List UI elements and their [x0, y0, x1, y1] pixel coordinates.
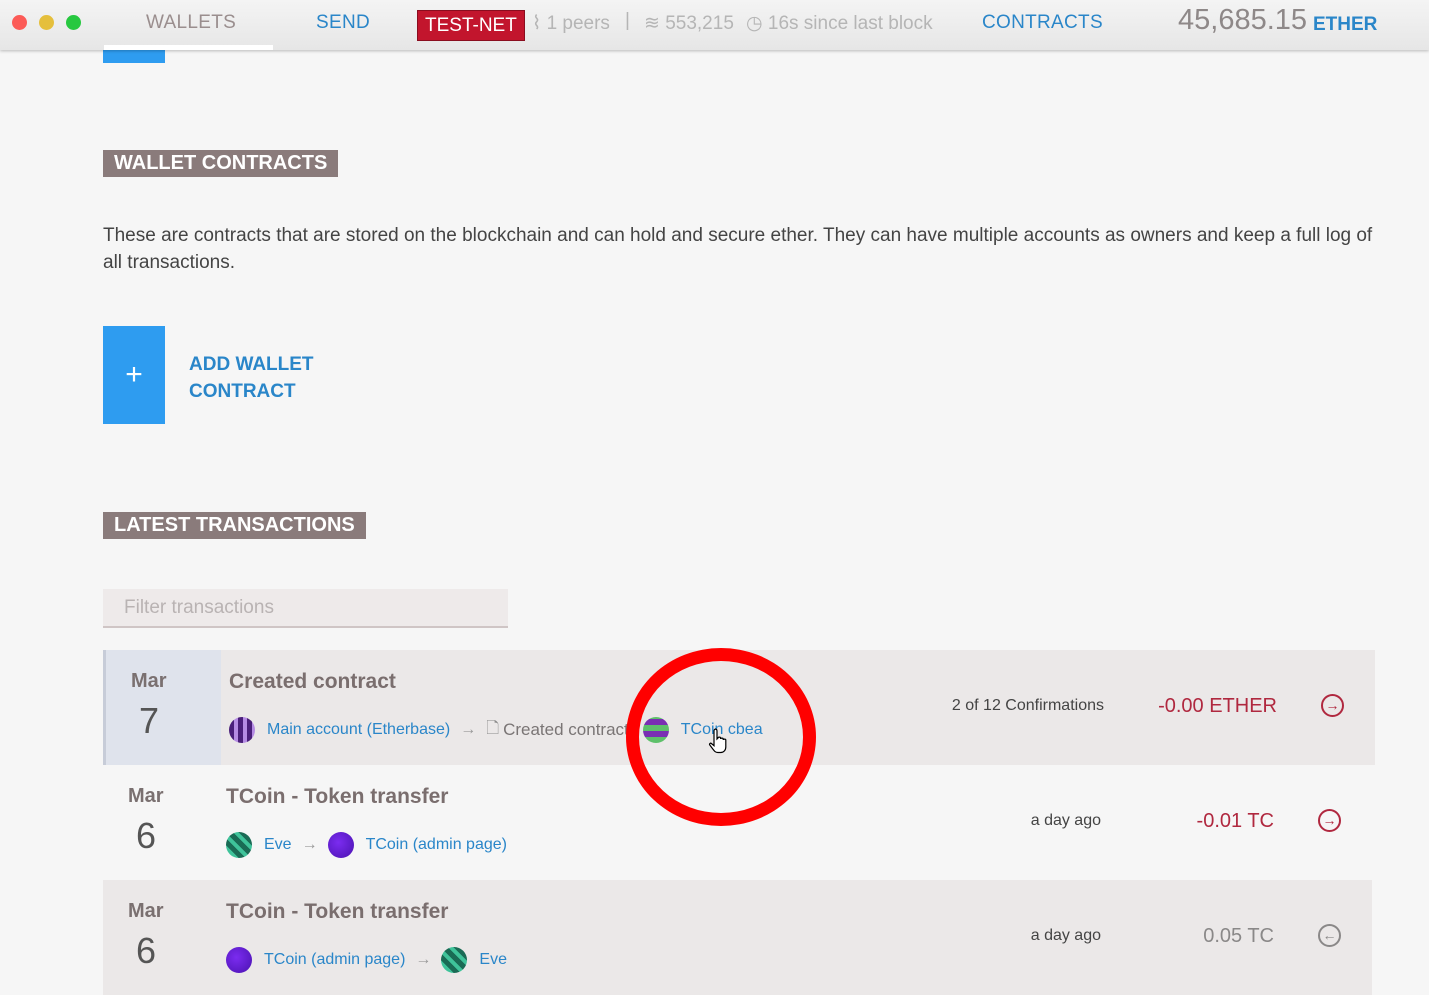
transaction-status: 2 of 12 Confirmations	[951, 697, 1104, 714]
layers-icon: ≋	[644, 13, 660, 34]
transaction-date: Mar 6	[103, 880, 218, 995]
identicon-avatar	[441, 947, 468, 973]
nav-contracts-tab[interactable]: CONTRACTS	[982, 12, 1103, 34]
add-wallet-contract-button[interactable]: +	[103, 326, 165, 424]
filter-transactions-input[interactable]	[103, 589, 504, 626]
transaction-date: Mar 6	[103, 765, 218, 880]
add-wallet-contract-label[interactable]: ADD WALLET CONTRACT	[189, 351, 349, 405]
from-account-link[interactable]: Main account (Etherbase)	[267, 721, 450, 739]
wallet-contracts-description: These are contracts that are stored on t…	[103, 225, 1373, 273]
peers-count: 1 peers	[546, 13, 610, 34]
filter-transactions	[103, 589, 508, 628]
from-account-link[interactable]: TCoin (admin page)	[264, 951, 405, 969]
arrow-right-icon: →	[415, 951, 432, 968]
transaction-status: a day ago	[1030, 927, 1101, 944]
arrow-right-icon: →	[301, 836, 318, 853]
transaction-parties: Eve → TCoin (admin page)	[226, 832, 517, 858]
transaction-day: 6	[136, 930, 157, 971]
identicon-avatar	[327, 832, 354, 858]
transaction-amount: 0.05 TC	[1203, 925, 1274, 947]
close-window-button[interactable]	[12, 15, 27, 30]
arrow-right-circle-icon[interactable]: →	[1318, 809, 1341, 832]
network-badge: TEST-NET	[417, 10, 525, 41]
arrow-left-circle-icon[interactable]: ←	[1318, 924, 1341, 947]
status-separator: |	[625, 10, 630, 31]
transaction-amount: -0.01 TC	[1196, 810, 1274, 832]
transaction-amount: -0.00 ETHER	[1158, 695, 1277, 717]
last-block-status: ◷ 16s since last block	[746, 12, 933, 35]
arrow-right-circle-icon[interactable]: →	[1321, 694, 1344, 717]
created-contract-label: Created contract	[503, 720, 629, 739]
to-account-link[interactable]: Eve	[479, 951, 507, 969]
transaction-row[interactable]: Mar 6 TCoin - Token transfer TCoin (admi…	[103, 880, 1372, 995]
latest-transactions-heading: LATEST TRANSACTIONS	[103, 512, 366, 539]
maximize-window-button[interactable]	[66, 15, 81, 30]
identicon-avatar	[226, 947, 252, 973]
block-number: 553,215	[665, 13, 734, 34]
total-balance: 45,685.15	[1178, 4, 1308, 36]
hand-cursor-icon	[708, 728, 727, 754]
scrolled-card-edge	[103, 50, 165, 63]
wallet-contracts-heading: WALLET CONTRACTS	[103, 150, 339, 177]
arrow-right-icon: →	[460, 721, 477, 738]
identicon-avatar	[229, 717, 255, 743]
transaction-month: Mar	[131, 670, 167, 692]
nav-send-tab[interactable]: SEND	[316, 12, 370, 34]
minimize-window-button[interactable]	[39, 15, 54, 30]
top-bar: WALLETS SEND TEST-NET ⌇ 1 peers | ≋ 553,…	[0, 0, 1429, 50]
transaction-title: TCoin - Token transfer	[226, 900, 449, 923]
transaction-parties: TCoin (admin page) → Eve	[226, 947, 517, 973]
transaction-day: 7	[139, 700, 160, 741]
balance-unit[interactable]: ETHER	[1313, 14, 1377, 36]
block-status: ≋ 553,215	[644, 12, 734, 35]
active-tab-indicator	[104, 45, 273, 50]
document-icon: 🗋	[486, 719, 500, 737]
plus-icon: +	[125, 358, 143, 391]
transaction-date: Mar 7	[106, 650, 221, 765]
transaction-month: Mar	[128, 900, 164, 922]
to-account-link[interactable]: TCoin (admin page)	[366, 836, 507, 854]
clock-icon: ◷	[746, 13, 763, 34]
transaction-month: Mar	[128, 785, 164, 807]
transaction-day: 6	[136, 815, 157, 856]
peers-status: ⌇ 1 peers	[532, 12, 610, 35]
transaction-status: a day ago	[1030, 812, 1101, 829]
since-last-block: 16s since last block	[767, 13, 933, 34]
nav-wallets-tab[interactable]: WALLETS	[146, 12, 236, 34]
identicon-avatar	[226, 832, 252, 858]
transaction-title: Created contract	[229, 670, 396, 693]
from-account-link[interactable]: Eve	[264, 836, 292, 854]
wifi-icon: ⌇	[532, 13, 542, 34]
transaction-title: TCoin - Token transfer	[226, 785, 449, 808]
